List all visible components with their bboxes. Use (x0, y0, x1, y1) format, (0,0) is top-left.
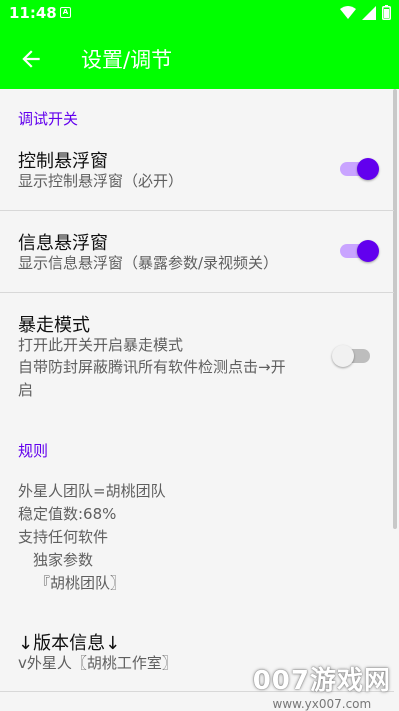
divider (0, 292, 394, 293)
app-bar: 设置/调节 (0, 28, 399, 89)
pref-summary: 显示控制悬浮窗（必开） (18, 172, 184, 190)
switch-thumb (357, 158, 379, 180)
control-float-switch[interactable] (340, 157, 379, 180)
status-time: 11:48 (9, 4, 57, 22)
section-header-debug: 调试开关 (18, 110, 79, 128)
pref-summary-line: 启 (18, 381, 34, 399)
rule-line: 支持任何软件 (18, 528, 109, 546)
switch-thumb (332, 345, 354, 367)
pref-summary-line: 打开此开关开启暴走模式 (18, 336, 184, 354)
page-title: 设置/调节 (81, 48, 173, 72)
watermark-main: 007游戏网 (252, 666, 391, 696)
section-header-rules: 规则 (18, 442, 49, 460)
back-arrow-icon[interactable] (18, 46, 44, 72)
watermark-url: www.yx007.com (272, 697, 372, 711)
scrollbar[interactable] (393, 89, 397, 529)
watermark-logo: 007游戏网 www.yx007.com (253, 660, 391, 711)
rampage-mode-switch[interactable] (332, 344, 372, 367)
switch-thumb (357, 240, 379, 262)
version-summary: v外星人〖胡桃工作室〗 (18, 654, 177, 672)
rule-line: 外星人团队=胡桃团队 (18, 482, 166, 500)
divider (0, 210, 394, 211)
wifi-icon (340, 5, 356, 19)
info-float-switch[interactable] (340, 239, 379, 262)
pref-summary-line: 自带防封屏蔽腾讯所有软件检测点击→开 (18, 358, 286, 376)
pref-summary: 显示信息悬浮窗（暴露参数/录视频关） (18, 254, 279, 272)
rule-line: 『胡桃团队〗 (35, 574, 126, 592)
system-icons (340, 5, 391, 20)
battery-icon (382, 5, 391, 20)
notification-icon: A (60, 7, 71, 18)
rule-line: 稳定值数:68% (18, 505, 117, 523)
rule-line: 独家参数 (33, 551, 94, 569)
signal-icon (362, 5, 376, 20)
status-bar: 11:48 A (0, 0, 399, 28)
